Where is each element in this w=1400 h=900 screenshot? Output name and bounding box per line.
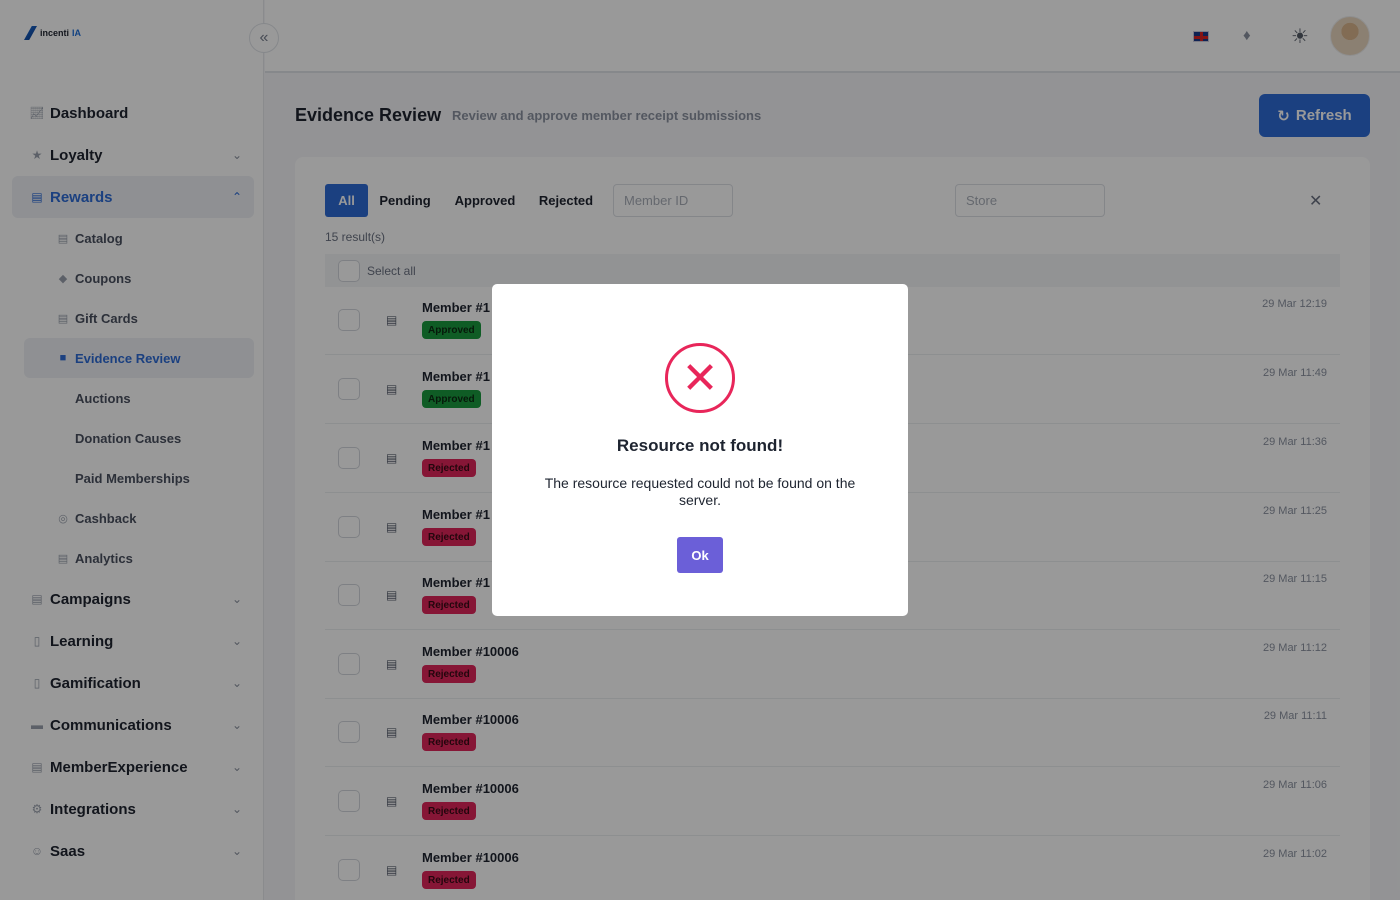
ok-button[interactable]: Ok — [677, 537, 723, 573]
dialog-title: Resource not found! — [616, 436, 784, 455]
dialog-message: The resource requested could not be foun… — [544, 475, 856, 508]
error-dialog: ✕ Resource not found! The resource reque… — [492, 284, 908, 616]
error-x-icon: ✕ — [665, 343, 735, 413]
